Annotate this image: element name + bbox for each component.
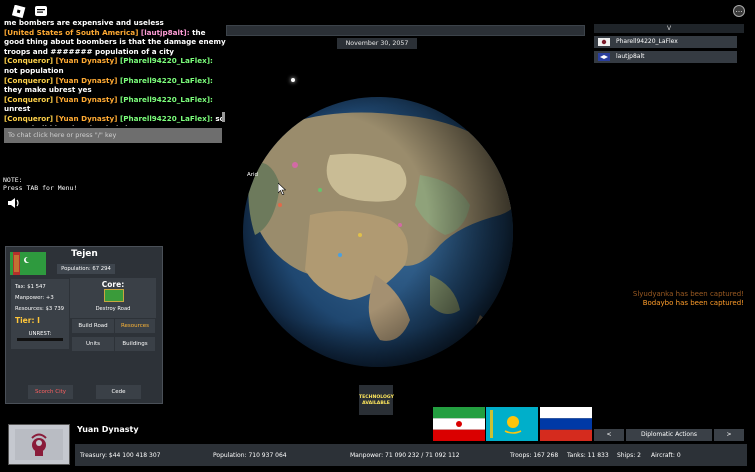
capture-notification: Slyudyanka has been captured! (632, 290, 744, 298)
roblox-menu-icon[interactable] (10, 4, 28, 19)
chat-message-part: [Yuan Dynasty] (53, 94, 118, 104)
city-name: Tejen (71, 249, 98, 259)
scorch-city-button[interactable]: Scorch City (28, 385, 73, 399)
chat-message: [Conqueror] [Yuan Dynasty] [Pharell94220… (4, 95, 226, 114)
unrest-label: UNREST: (28, 331, 52, 337)
cede-button[interactable]: Cede (96, 385, 141, 399)
kazakhstan-flag[interactable] (486, 407, 538, 441)
nation-name: Yuan Dynasty (77, 425, 139, 434)
chat-message: [Conqueror] [Yuan Dynasty] [Pharell94220… (4, 114, 226, 126)
troops-stat: Troops: 167 268 (510, 452, 559, 459)
nation-flag[interactable] (8, 424, 70, 465)
top-bar (226, 25, 585, 36)
iran-flag[interactable] (433, 407, 485, 441)
manpower-stat: Manpower: 71 090 232 / 71 092 112 (350, 452, 460, 459)
city-resources: Resources: $3 739 (15, 306, 65, 312)
aircraft-stat: Aircraft: 0 (651, 452, 681, 459)
sun-star (291, 78, 295, 82)
core-flag (104, 289, 124, 302)
player-flag-icon (598, 53, 610, 61)
chat-message-part: unrest (4, 104, 31, 114)
chat-message-part: not population (4, 65, 64, 75)
city-tier: Tier: I (15, 316, 40, 325)
chat-message-part: [Pharell94220_LaFlex]: (117, 94, 213, 104)
city-manpower: Manpower: +3 (15, 295, 54, 301)
tech-line-2: AVAILABLE (362, 401, 390, 406)
chat-message-part: [Yuan Dynasty] (53, 75, 118, 85)
player-flag-icon (598, 38, 610, 46)
speaker-icon[interactable] (7, 194, 21, 208)
city-flag (10, 252, 46, 275)
chat-toggle-icon[interactable] (34, 4, 52, 18)
chat-message-part: [lautjp8alt]: (138, 27, 190, 37)
chat-message-part: [Yuan Dynasty] (53, 113, 118, 123)
player-list-toggle[interactable]: V (594, 24, 744, 33)
diplomacy-prev-button[interactable]: < (594, 429, 624, 441)
treasury-stat: Treasury: $44 100 418 307 (80, 452, 161, 459)
chat-message: me bombers are expensive and useless (4, 18, 226, 28)
chat-message-part: [Pharell94220_LaFlex]: (117, 56, 213, 66)
unrest-bar (17, 338, 63, 341)
mouse-cursor-icon (277, 180, 287, 196)
player-name: Pharell94220_LaFlex (616, 38, 678, 45)
city-population: Population: 67 294 (57, 264, 115, 274)
build-road-button[interactable]: Build Road (72, 319, 114, 333)
chat-message-part: [Conqueror] (4, 75, 54, 85)
chat-message-part: [Pharell94220_LaFlex]: (117, 75, 213, 85)
player-row[interactable]: Pharell94220_LaFlex (594, 36, 737, 48)
city-tax: Tax: $1 547 (15, 284, 46, 290)
chat-message-part: [Yuan Dynasty] (53, 56, 118, 66)
diplomatic-actions-button[interactable]: Diplomatic Actions (626, 429, 712, 441)
player-name: lautjp8alt (616, 53, 645, 60)
chat-message-part: [Conqueror] (4, 94, 54, 104)
capture-notification: Bodaybo has been captured! (642, 299, 744, 307)
tanks-stat: Tanks: 11 833 (567, 452, 609, 459)
player-row[interactable]: lautjp8alt (594, 51, 737, 63)
chat-message-part: me bombers are expensive and useless (4, 18, 164, 27)
tab-menu-note: NOTE: Press TAB for Menu! (3, 176, 78, 192)
diplomacy-next-button[interactable]: > (714, 429, 744, 441)
chat-input[interactable]: To chat click here or press "/" key (4, 128, 222, 143)
resources-button[interactable]: Resources (115, 319, 155, 333)
ships-stat: Ships: 2 (617, 452, 641, 459)
buildings-button[interactable]: Buildings (115, 337, 155, 351)
chat-message-part: [United States of South America] (4, 27, 139, 37)
destroy-road-button[interactable]: Destroy Road (70, 306, 156, 312)
population-stat: Population: 710 937 064 (213, 452, 287, 459)
more-options-icon[interactable]: … (733, 5, 745, 17)
russia-flag[interactable] (540, 407, 592, 441)
chat-message: [Conqueror] [Yuan Dynasty] [Pharell94220… (4, 56, 226, 75)
chat-message-part: they make ubrest yes (4, 85, 92, 95)
technology-available-button[interactable]: TECHNOLOGY AVAILABLE (359, 385, 394, 415)
chat-message: [Conqueror] [Yuan Dynasty] [Pharell94220… (4, 76, 226, 95)
chat-message-part: [Pharell94220_LaFlex]: (117, 113, 213, 123)
chat-message: [United States of South America] [lautjp… (4, 28, 226, 57)
units-button[interactable]: Units (72, 337, 114, 351)
chat-message-part: [Conqueror] (4, 56, 54, 66)
chat-message-part: [Conqueror] (4, 113, 54, 123)
game-date: November 30, 2057 (337, 38, 417, 49)
terrain-label: Arid (247, 172, 259, 178)
world-globe[interactable] (200, 95, 540, 395)
chat-log: me bombers are expensive and useless [Uni… (4, 18, 226, 126)
city-stats-box: Tax: $1 547 Manpower: +3 Resources: $3 7… (11, 279, 69, 349)
core-label: Core: (101, 280, 125, 289)
core-box: Core: (70, 278, 156, 318)
